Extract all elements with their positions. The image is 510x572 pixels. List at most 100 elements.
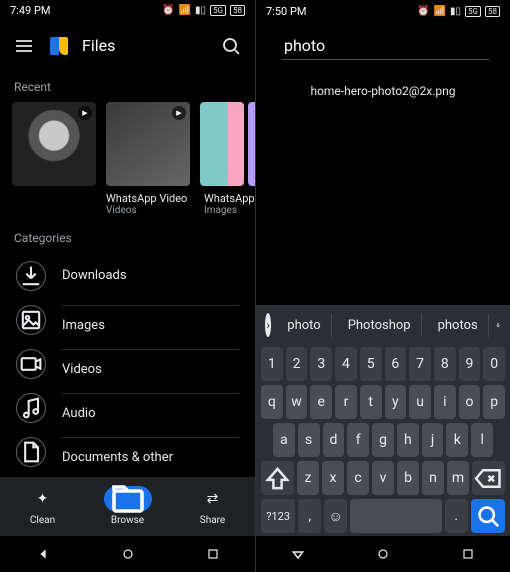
lte-icon: 5G	[465, 6, 481, 17]
status-bar: 7:49 PM ⏰ 📶 ▮▯ 5G 58	[0, 0, 255, 22]
key-9[interactable]: 9	[459, 347, 481, 381]
nav-label: Clean	[30, 515, 55, 526]
category-videos[interactable]: Videos	[0, 345, 255, 389]
period-key[interactable]: .	[445, 499, 468, 533]
wifi-icon: 📶	[179, 5, 191, 16]
sparkle-icon: ✦	[19, 486, 67, 512]
back-key[interactable]	[289, 545, 307, 563]
category-label: Images	[62, 305, 239, 333]
key-k[interactable]: k	[446, 423, 468, 457]
suggestion-row: › photo Photoshop photos	[259, 309, 507, 343]
category-label: Audio	[62, 393, 239, 421]
thumbnail[interactable]: ▶	[106, 102, 190, 186]
key-q[interactable]: q	[261, 385, 283, 419]
key-4[interactable]: 4	[335, 347, 357, 381]
suggestion[interactable]: photo	[277, 314, 331, 337]
key-i[interactable]: i	[434, 385, 456, 419]
audio-icon	[16, 393, 46, 423]
key-8[interactable]: 8	[434, 347, 456, 381]
home-key[interactable]	[119, 545, 137, 563]
shift-key[interactable]	[261, 461, 294, 495]
backspace-key[interactable]	[472, 461, 505, 495]
mic-icon[interactable]	[495, 313, 501, 337]
recents-key[interactable]	[459, 545, 477, 563]
nav-clean[interactable]: ✦ Clean	[0, 477, 85, 537]
key-n[interactable]: n	[422, 461, 444, 495]
suggestion[interactable]: Photoshop	[338, 314, 422, 337]
thumbnail[interactable]: ▶	[12, 102, 96, 186]
key-c[interactable]: c	[347, 461, 369, 495]
category-images[interactable]: Images	[0, 301, 255, 345]
card-title: WhatsApp Video	[106, 192, 190, 205]
key-g[interactable]: g	[372, 423, 394, 457]
back-key[interactable]	[34, 545, 52, 563]
key-o[interactable]: o	[459, 385, 481, 419]
suggestion[interactable]: photos	[428, 314, 489, 337]
key-p[interactable]: p	[483, 385, 505, 419]
keyboard: › photo Photoshop photos 1 2 3 4 5 6 7 8…	[256, 305, 510, 536]
folder-icon	[104, 486, 152, 512]
thumbnail[interactable]	[200, 102, 244, 186]
key-2[interactable]: 2	[286, 347, 308, 381]
key-b[interactable]: b	[397, 461, 419, 495]
recent-row[interactable]: ▶ ▶ WhatsApp Video Videos WhatsApp Image…	[0, 100, 255, 221]
app-title: Files	[82, 36, 205, 55]
key-7[interactable]: 7	[409, 347, 431, 381]
category-audio[interactable]: Audio	[0, 389, 255, 433]
key-h[interactable]: h	[397, 423, 419, 457]
expand-suggestions-icon[interactable]: ›	[265, 313, 271, 337]
key-5[interactable]: 5	[360, 347, 382, 381]
symbols-key[interactable]: ?123	[261, 499, 295, 533]
card-sub: Videos	[106, 205, 190, 216]
search-icon[interactable]	[219, 34, 243, 58]
key-a[interactable]: a	[273, 423, 295, 457]
menu-icon[interactable]	[12, 34, 36, 58]
thumbnail[interactable]	[248, 102, 255, 186]
key-w[interactable]: w	[286, 385, 308, 419]
key-6[interactable]: 6	[385, 347, 407, 381]
key-0[interactable]: 0	[483, 347, 505, 381]
key-u[interactable]: u	[409, 385, 431, 419]
bottom-nav: ✦ Clean Browse ⇄ Share	[0, 477, 255, 537]
share-icon: ⇄	[189, 486, 237, 512]
category-label: Documents & other	[62, 437, 239, 465]
emoji-key[interactable]: ☺	[324, 499, 347, 533]
key-s[interactable]: s	[298, 423, 320, 457]
wifi-icon: 📶	[434, 6, 446, 17]
key-f[interactable]: f	[347, 423, 369, 457]
home-key[interactable]	[374, 545, 392, 563]
files-search-screen: 7:50 PM ⏰ 📶 ▮▯ 5G 58 home-hero-photo2@2x…	[255, 0, 510, 572]
key-y[interactable]: y	[385, 385, 407, 419]
key-l[interactable]: l	[471, 423, 493, 457]
key-m[interactable]: m	[447, 461, 469, 495]
categories-list: Downloads Images Videos Audio Documents …	[0, 251, 255, 477]
nav-share[interactable]: ⇄ Share	[170, 477, 255, 537]
status-time: 7:50 PM	[266, 5, 306, 18]
recent-card[interactable]: ▶ WhatsApp Video Videos	[106, 102, 190, 215]
key-3[interactable]: 3	[310, 347, 332, 381]
nav-browse[interactable]: Browse	[85, 477, 170, 537]
key-row: q w e r t y u i o p	[259, 385, 507, 419]
key-z[interactable]: z	[297, 461, 319, 495]
key-t[interactable]: t	[360, 385, 382, 419]
key-x[interactable]: x	[322, 461, 344, 495]
files-home-screen: 7:49 PM ⏰ 📶 ▮▯ 5G 58 Files Recent	[0, 0, 255, 572]
space-key[interactable]	[350, 499, 442, 533]
recent-card[interactable]: WhatsApp Images Images	[248, 102, 255, 215]
category-documents[interactable]: Documents & other	[0, 433, 255, 477]
key-1[interactable]: 1	[261, 347, 283, 381]
search-input[interactable]	[282, 32, 489, 60]
recents-key[interactable]	[204, 545, 222, 563]
recent-card[interactable]: ▶	[12, 102, 96, 215]
key-d[interactable]: d	[323, 423, 345, 457]
category-downloads[interactable]: Downloads	[0, 251, 255, 301]
key-r[interactable]: r	[335, 385, 357, 419]
comma-key[interactable]: ,	[298, 499, 321, 533]
key-j[interactable]: j	[422, 423, 444, 457]
key-row: 1 2 3 4 5 6 7 8 9 0	[259, 347, 507, 381]
search-enter-key[interactable]	[471, 499, 505, 533]
categories-label: Categories	[0, 221, 255, 251]
key-v[interactable]: v	[372, 461, 394, 495]
search-result[interactable]: home-hero-photo2@2x.png	[256, 70, 510, 112]
key-e[interactable]: e	[310, 385, 332, 419]
